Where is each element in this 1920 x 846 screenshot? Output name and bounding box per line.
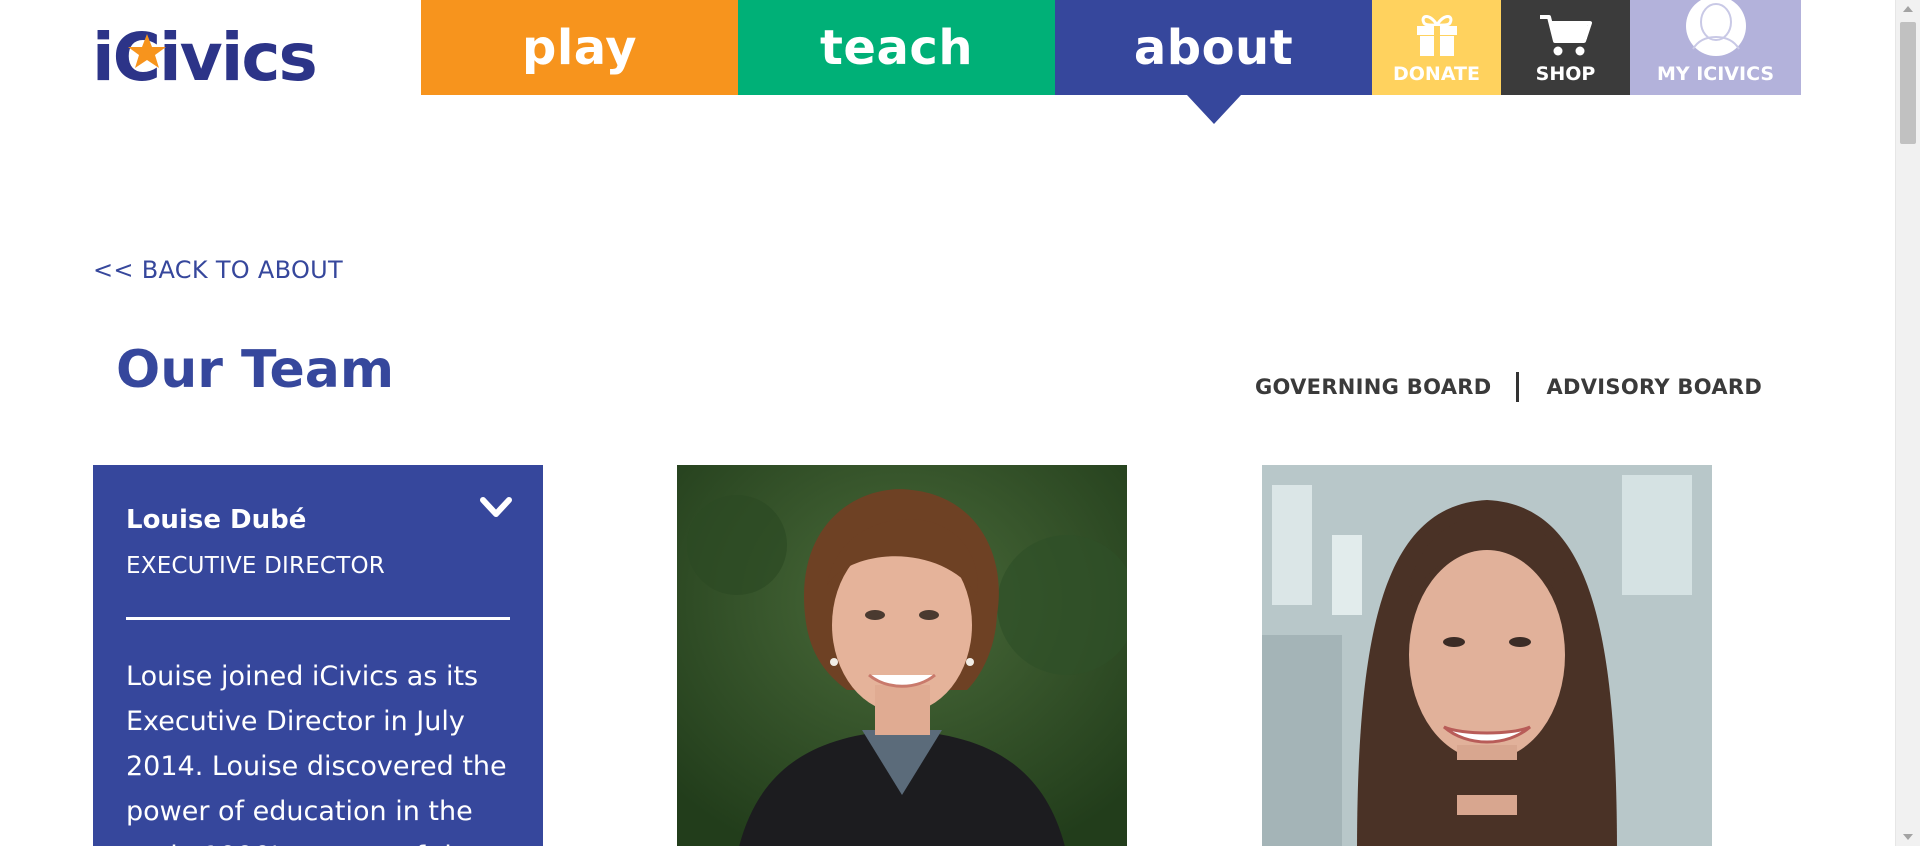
chevron-down-icon[interactable] bbox=[479, 495, 513, 521]
nav-shop[interactable]: SHOP bbox=[1501, 0, 1630, 95]
nav-donate-label: DONATE bbox=[1393, 62, 1480, 85]
advisory-board-link[interactable]: ADVISORY BOARD bbox=[1546, 375, 1762, 399]
active-pointer bbox=[1186, 95, 1241, 124]
member-bio: Louise joined iCivics as its Executive D… bbox=[126, 654, 510, 846]
nav-about-label: about bbox=[1133, 19, 1294, 76]
team-member-card: Louise Dubé EXECUTIVE DIRECTOR Louise jo… bbox=[93, 465, 543, 846]
nav-teach[interactable]: teach bbox=[738, 0, 1055, 95]
bio-divider bbox=[126, 617, 510, 620]
bio-line: power of education in the bbox=[126, 796, 473, 827]
member-role: EXECUTIVE DIRECTOR bbox=[126, 553, 385, 579]
team-member-photo[interactable] bbox=[677, 465, 1127, 846]
bio-line: Louise joined iCivics as its bbox=[126, 661, 479, 692]
governing-board-link[interactable]: GOVERNING BOARD bbox=[1255, 375, 1491, 399]
scroll-thumb[interactable] bbox=[1900, 22, 1916, 144]
main-nav: play teach about DONATE SHOP MY ICIVICS bbox=[421, 0, 1801, 124]
member-name: Louise Dubé bbox=[126, 505, 307, 535]
icivics-logo[interactable]: iCivics bbox=[92, 14, 374, 90]
nav-play-label: play bbox=[521, 19, 637, 76]
scroll-up-icon[interactable] bbox=[1903, 6, 1913, 12]
page: iCivics play teach about DONATE SHOP MY … bbox=[0, 0, 1896, 846]
avatar-icon bbox=[1685, 0, 1747, 57]
nav-teach-label: teach bbox=[819, 19, 973, 76]
svg-text:iCivics: iCivics bbox=[92, 19, 316, 90]
gift-icon bbox=[1414, 11, 1460, 57]
nav-play[interactable]: play bbox=[421, 0, 738, 95]
nav-shop-label: SHOP bbox=[1535, 62, 1596, 85]
cart-icon bbox=[1538, 11, 1594, 57]
bio-line: early 1990's as one of the bbox=[126, 834, 510, 846]
board-separator bbox=[1516, 372, 1520, 402]
bio-line: 2014. Louise discovered the bbox=[126, 751, 507, 782]
nav-my-icivics-label: MY ICIVICS bbox=[1656, 62, 1775, 85]
back-to-about-link[interactable]: << BACK TO ABOUT bbox=[93, 256, 343, 284]
bio-line: Executive Director in July bbox=[126, 706, 465, 737]
nav-my-icivics[interactable]: MY ICIVICS bbox=[1630, 0, 1801, 95]
vertical-scrollbar[interactable] bbox=[1895, 0, 1920, 846]
nav-donate[interactable]: DONATE bbox=[1372, 0, 1501, 95]
board-links: GOVERNING BOARD ADVISORY BOARD bbox=[1255, 372, 1762, 402]
nav-about[interactable]: about bbox=[1055, 0, 1372, 124]
team-member-photo[interactable] bbox=[1262, 465, 1712, 846]
page-title: Our Team bbox=[116, 340, 395, 400]
scroll-down-icon[interactable] bbox=[1903, 834, 1913, 840]
